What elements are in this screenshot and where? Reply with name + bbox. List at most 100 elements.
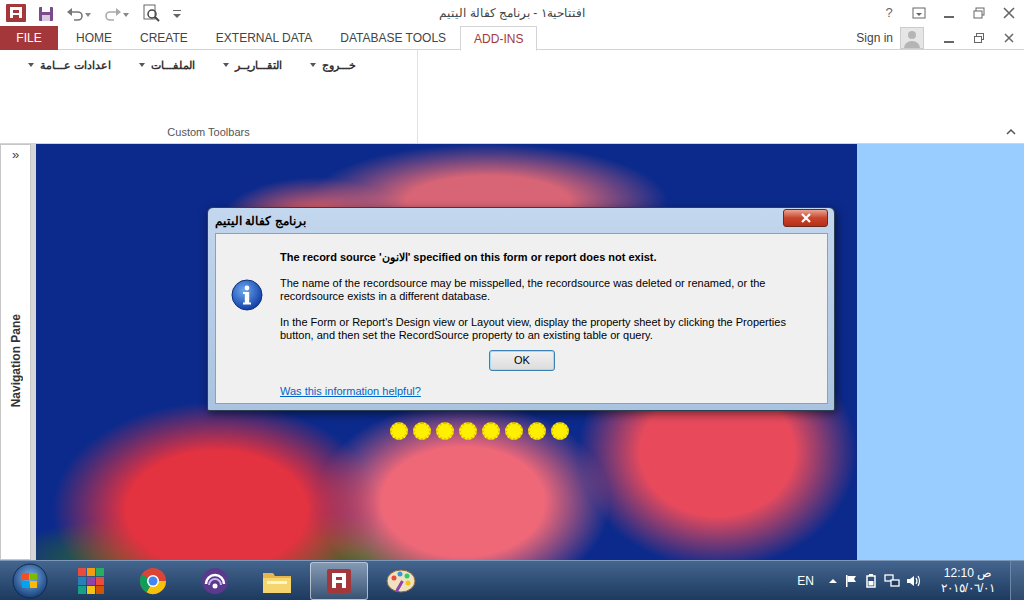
tab-slot: DATABASE TOOLS [326, 26, 460, 50]
navigation-pane-label: Navigation Pane [7, 314, 25, 407]
toolbar-menu[interactable]: التقـــاريــر [223, 57, 282, 74]
ok-button[interactable]: OK [489, 350, 555, 371]
progress-dot [413, 422, 431, 440]
tab-label: ADD-INS [474, 30, 523, 48]
progress-dot [482, 422, 500, 440]
ribbon-tab[interactable]: CREATE [126, 26, 202, 50]
group-label: Custom Toolbars [0, 124, 417, 144]
message-dialog: برنامج كفالة اليتيم The record source 'ا… [207, 207, 835, 411]
power-icon[interactable] [864, 572, 878, 590]
apps-icon [76, 566, 106, 596]
progress-dot [390, 422, 408, 440]
dialog-close-icon[interactable] [783, 209, 828, 227]
progress-dot [551, 422, 569, 440]
language-indicator[interactable]: EN [797, 572, 814, 590]
clock[interactable]: ص 12:10 ٢٠١٥/٠٦/٠١ [936, 566, 1000, 596]
close-icon[interactable] [994, 1, 1024, 25]
system-tray [828, 572, 922, 590]
dialog-paragraph: In the Form or Report's Design view or L… [280, 316, 813, 342]
dialog-body: The record source 'الانون' specified on … [215, 233, 828, 404]
tab-slot: FILE [0, 26, 62, 50]
dropdown-arrow-icon [139, 63, 145, 67]
expand-button[interactable]: » [12, 145, 19, 163]
restore-icon[interactable] [964, 1, 994, 25]
ribbon: اعدادات عـــامة الملفـــات التقـــاريــر خـ… [0, 50, 1024, 144]
network-icon[interactable] [884, 572, 900, 590]
ribbon-tab[interactable]: ADD-INS [460, 26, 537, 51]
undo-icon[interactable] [66, 4, 92, 22]
window-title: افتتاحية١ - برنامج كفالة اليتيم [439, 4, 584, 22]
taskbar-button[interactable] [248, 562, 306, 600]
access-logo-icon[interactable] [6, 4, 26, 23]
show-hidden-icon[interactable] [828, 572, 838, 590]
dropdown-arrow-icon [223, 63, 229, 67]
avatar-icon[interactable] [900, 27, 924, 49]
taskbar-button[interactable] [62, 562, 120, 600]
paint-icon [385, 567, 417, 595]
tab-slot: CREATE [126, 26, 202, 50]
custom-toolbar: اعدادات عـــامة الملفـــات التقـــاريــر خـ… [0, 50, 417, 124]
dialog-title-bar: برنامج كفالة اليتيم [215, 208, 828, 233]
progress-dot [528, 422, 546, 440]
information-icon [231, 279, 263, 311]
menu-label: الملفـــات [151, 57, 195, 74]
tab-label: DATABASE TOOLS [340, 29, 446, 47]
tab-label: HOME [76, 29, 112, 47]
flag-icon[interactable] [844, 572, 858, 590]
chrome-icon [138, 566, 168, 596]
taskbar-apps [62, 562, 797, 600]
clock-date: ٢٠١٥/٠٦/٠١ [936, 581, 1000, 596]
dropdown-arrow-icon [28, 63, 34, 67]
doc-restore-icon[interactable] [964, 26, 994, 50]
progress-indicator [390, 422, 569, 440]
progress-dot [505, 422, 523, 440]
save-icon[interactable] [38, 4, 54, 22]
menu-label: التقـــاريــر [235, 57, 282, 74]
taskbar-button[interactable] [124, 562, 182, 600]
ribbon-tab[interactable]: FILE [0, 26, 58, 50]
customize-icon[interactable] [172, 4, 182, 22]
volume-icon[interactable] [906, 572, 922, 590]
menu-label: اعدادات عـــامة [40, 57, 111, 74]
ribbon-tab-bar: FILE HOME CREATE EXTERNAL DATA DATABASE TOOL… [0, 26, 1024, 50]
toolbar-menu[interactable]: خـــروج [310, 57, 356, 74]
dialog-heading: The record source 'الانون' specified on … [280, 251, 813, 264]
window-controls: ? [724, 1, 1024, 25]
ribbon-tab[interactable]: DATABASE TOOLS [326, 26, 460, 50]
dropdown-arrow-icon [310, 63, 316, 67]
toolbar-menu[interactable]: اعدادات عـــامة [28, 57, 111, 74]
doc-minimize-icon[interactable] [934, 26, 964, 50]
ribbon-tab[interactable]: HOME [62, 26, 126, 50]
help-feedback-link[interactable]: Was this information helpful? [280, 385, 813, 398]
title-bar: افتتاحية١ - برنامج كفالة اليتيم ? [0, 0, 1024, 26]
dialog-title: برنامج كفالة اليتيم [215, 212, 306, 230]
navigation-pane[interactable]: » Navigation Pane [0, 144, 31, 560]
taskbar-button[interactable] [372, 562, 430, 600]
clock-time: ص 12:10 [936, 566, 1000, 581]
ribbon-options-icon[interactable] [904, 1, 934, 25]
torrent-icon [200, 566, 230, 596]
print-preview-icon[interactable] [142, 4, 160, 23]
redo-icon[interactable] [104, 4, 130, 22]
minimize-icon[interactable] [934, 1, 964, 25]
dialog-paragraph: The name of the recordsource may be miss… [280, 277, 813, 303]
taskbar: EN ص 12:10 ٢٠١٥/٠٦/٠١ [0, 560, 1024, 600]
dialog-message: The record source 'الانون' specified on … [280, 251, 813, 355]
doc-close-icon[interactable] [994, 26, 1024, 50]
start-button-icon[interactable] [10, 562, 50, 600]
ribbon-tab[interactable]: EXTERNAL DATA [202, 26, 326, 50]
collapse-ribbon-icon[interactable] [1006, 122, 1016, 140]
taskbar-button[interactable] [310, 562, 368, 600]
ribbon-group: اعدادات عـــامة الملفـــات التقـــاريــر خـ… [0, 50, 418, 143]
help-button[interactable]: ? [874, 1, 904, 25]
sign-in-link[interactable]: Sign in [856, 29, 893, 47]
ribbon-tabs: FILE HOME CREATE EXTERNAL DATA DATABASE TOOL… [0, 26, 856, 49]
menu-label: خـــروج [322, 57, 356, 74]
progress-dot [459, 422, 477, 440]
progress-dot [436, 422, 454, 440]
taskbar-button[interactable] [186, 562, 244, 600]
toolbar-menu[interactable]: الملفـــات [139, 57, 195, 74]
tab-slot: ADD-INS [460, 26, 537, 50]
show-desktop-button[interactable] [1010, 561, 1024, 600]
tab-label: EXTERNAL DATA [216, 29, 312, 47]
